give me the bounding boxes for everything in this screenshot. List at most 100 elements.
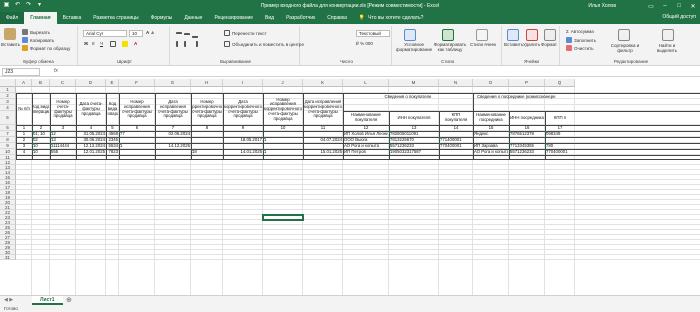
cell-r8-k[interactable]: 04.07.2024	[304, 138, 342, 143]
delete-cells-button[interactable]: Удалить	[523, 42, 540, 47]
minimize-icon[interactable]: –	[658, 3, 672, 9]
cell-r10-o[interactable]: АО Рога и копыта	[474, 150, 508, 155]
wrap-text-button[interactable]: Перенести текст	[224, 30, 267, 36]
cell-styles-button[interactable]: Стили ячеек	[470, 42, 496, 47]
font-color-button[interactable]: A	[134, 41, 137, 46]
paste-icon[interactable]	[4, 28, 16, 40]
grow-font-button[interactable]: AA	[146, 30, 154, 35]
tab-review[interactable]: Рецензирование	[208, 12, 259, 24]
insert-cells-button[interactable]: Вставить	[504, 42, 523, 47]
tab-nav-icon[interactable]: ◀ ▶	[4, 297, 13, 303]
paste-button[interactable]: Вставить	[1, 42, 20, 47]
cell-r10-i[interactable]: 14.01.2025	[224, 150, 262, 155]
fill-color-button[interactable]	[122, 41, 128, 47]
cell-r9-f[interactable]: 1	[120, 144, 154, 149]
currency-button[interactable]: ₽ % 000	[356, 41, 373, 47]
conditional-format-button[interactable]: Условное форматирование	[396, 42, 432, 52]
cell-r8-c[interactable]: 13	[51, 138, 75, 143]
italic-button[interactable]: К	[92, 41, 95, 46]
cell-r8-b[interactable]: 02	[33, 138, 49, 143]
name-box[interactable]: J23	[2, 68, 40, 76]
font-size-select[interactable]: 10	[129, 30, 143, 37]
column-header-d[interactable]: D	[76, 79, 106, 87]
tab-file[interactable]: Файл	[0, 12, 25, 24]
tab-developer[interactable]: Разработчик	[280, 12, 321, 24]
tab-home[interactable]: Главная	[24, 12, 57, 24]
column-header-p[interactable]: P	[509, 79, 545, 87]
format-cells-button[interactable]: Формат	[541, 42, 557, 47]
tell-me-box[interactable]: 💡 Что вы хотите сделать?	[353, 12, 430, 24]
select-all-corner[interactable]	[0, 79, 16, 87]
column-header-g[interactable]: G	[155, 79, 191, 87]
column-header-i[interactable]: I	[223, 79, 263, 87]
cell-r10-h[interactable]: 18	[192, 150, 222, 155]
cut-button[interactable]: Вырезать	[22, 29, 50, 35]
ribbon-display-icon[interactable]: ▭	[644, 3, 658, 10]
font-name-select[interactable]: Arial Cyr	[83, 30, 127, 37]
cell-r7-d[interactable]: 31.05.2024	[77, 132, 105, 137]
cell-r7-l[interactable]: ИП Холов Илья Леонидович	[344, 132, 388, 137]
column-header-n[interactable]: N	[439, 79, 473, 87]
add-sheet-icon[interactable]: ⊕	[66, 296, 72, 304]
column-header-l[interactable]: L	[343, 79, 389, 87]
row-header-31[interactable]: 31	[0, 255, 16, 260]
cell-r7-p[interactable]: 7876512378	[510, 132, 544, 137]
delete-cells-icon[interactable]	[526, 29, 538, 41]
column-header-a[interactable]: A	[16, 79, 32, 87]
tab-page-layout[interactable]: Разметка страницы	[87, 12, 144, 24]
user-name[interactable]: Илья Холов	[588, 3, 616, 9]
cell-r9-n[interactable]: 770400001	[440, 144, 472, 149]
column-header-j[interactable]: J	[263, 79, 303, 87]
sort-filter-button[interactable]: Сортировка и фильтр	[608, 43, 642, 53]
cell-r9-l[interactable]: АО Рога и копыта	[344, 144, 388, 149]
cell-r8-i[interactable]: 18.05.2017	[224, 138, 262, 143]
find-select-button[interactable]: Найти и выделить	[652, 43, 682, 53]
cell-r9-a[interactable]: 3	[17, 144, 31, 149]
cell-r9-b[interactable]: 10	[33, 144, 49, 149]
clear-button[interactable]: Очистить	[566, 45, 594, 51]
format-table-button[interactable]: Форматировать как таблицу	[432, 42, 468, 52]
column-header-b[interactable]: B	[32, 79, 50, 87]
cell-r7-a[interactable]: 1	[17, 132, 31, 137]
cell-r7-e[interactable]: 4568	[107, 132, 118, 137]
column-header-k[interactable]: K	[303, 79, 343, 87]
find-select-icon[interactable]	[662, 29, 674, 41]
autosum-button[interactable]: Σ Автосумма	[566, 29, 594, 34]
cell-r7-m[interactable]: 782805011091	[390, 132, 438, 137]
merge-center-button[interactable]: Объединить и поместить в центре	[224, 41, 304, 47]
cell-r10-b[interactable]: 10	[33, 150, 49, 155]
cell-r8-m[interactable]: 7813225670	[390, 138, 438, 143]
cell-r8-l[interactable]: ООО Вьюга	[344, 138, 388, 143]
row-header-5[interactable]: 5	[0, 111, 16, 125]
tab-help[interactable]: Справка	[321, 12, 353, 24]
cell-r9-c[interactable]: 11114444	[51, 144, 75, 149]
cell-r10-p[interactable]: 5571236233	[510, 150, 544, 155]
maximize-icon[interactable]: □	[672, 3, 686, 9]
cell-r10-a[interactable]: 4	[17, 150, 31, 155]
column-header-o[interactable]: O	[473, 79, 509, 87]
cell-r10-l[interactable]: ИП Петров	[344, 150, 388, 155]
fx-icon[interactable]: fx	[54, 68, 58, 74]
column-header-q[interactable]: Q	[545, 79, 575, 87]
cell-r8-a[interactable]: 2	[17, 138, 31, 143]
close-icon[interactable]: ✕	[686, 3, 700, 10]
cell-r10-e[interactable]: 7823	[107, 150, 118, 155]
share-button[interactable]: Общий доступ	[662, 14, 696, 20]
cell-r9-d[interactable]: 12.12.2024	[77, 144, 105, 149]
bold-button[interactable]: Ж	[84, 41, 88, 46]
insert-cells-icon[interactable]	[507, 29, 519, 41]
align-left-button[interactable]	[176, 41, 198, 47]
format-painter-button[interactable]: Формат по образцу	[22, 45, 70, 51]
fill-button[interactable]: Заполнить	[566, 37, 596, 43]
align-top-button[interactable]	[176, 30, 198, 39]
cell-r10-c[interactable]: 555	[51, 150, 75, 155]
cell-r10-j[interactable]: 1	[264, 150, 302, 155]
cell-r7-o[interactable]: Яндекс	[474, 132, 508, 137]
cell-r10-m[interactable]: 1905032317587	[390, 150, 438, 155]
sheet-tab-active[interactable]: Лист1	[32, 296, 63, 305]
cell-r7-g[interactable]: 02.06.2024	[156, 132, 190, 137]
format-table-icon[interactable]	[442, 29, 454, 41]
cell-r7-c[interactable]: 12	[51, 132, 75, 137]
cell-r8-e[interactable]: 2345	[107, 138, 118, 143]
cell-styles-icon[interactable]	[476, 29, 488, 41]
